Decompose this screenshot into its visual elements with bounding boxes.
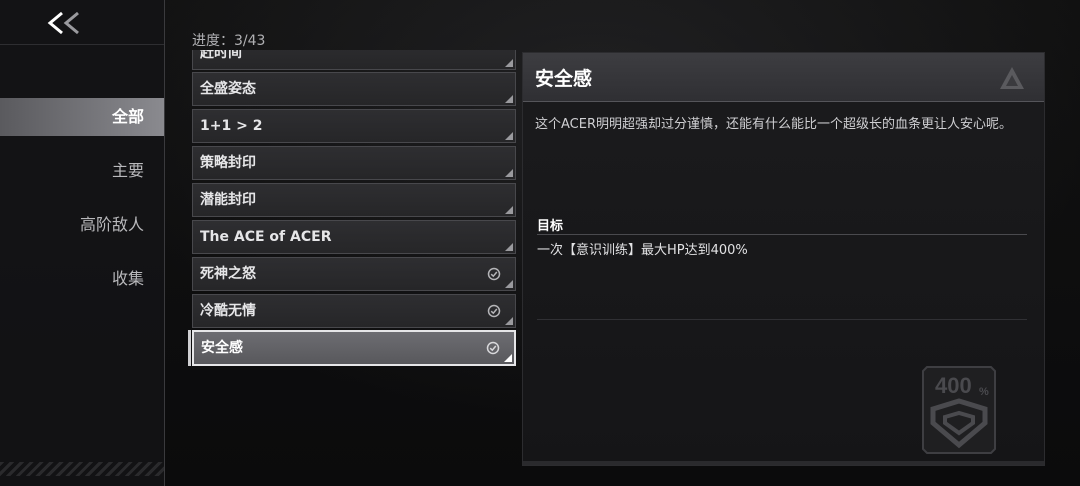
achievement-title: 冷酷无情	[200, 303, 256, 319]
badge-value: 400	[935, 373, 972, 398]
achievement-item-synergy[interactable]: 1+1 > 2	[192, 109, 516, 143]
double-chevron-left-icon	[47, 11, 79, 35]
achievement-title: 潜能封印	[200, 192, 256, 208]
category-sidebar: 全部 主要 高阶敌人 收集	[0, 0, 165, 486]
progress-label: 进度：3/43	[192, 33, 266, 49]
back-button[interactable]	[44, 8, 94, 38]
corner-mark-icon	[505, 317, 513, 325]
achievement-item-ace-of-acer[interactable]: The ACE of ACER	[192, 220, 516, 254]
selection-indicator	[188, 330, 191, 366]
achievement-title: 全盛姿态	[200, 81, 256, 97]
check-circle-icon	[486, 341, 500, 355]
corner-mark-icon	[505, 169, 513, 177]
achievement-item-potential-seal[interactable]: 潜能封印	[192, 183, 516, 217]
sidebar-item-main[interactable]: 主要	[0, 152, 164, 190]
achievement-description: 这个ACER明明超强却过分谨慎，还能有什么能比一个超级长的血条更让人安心呢。	[535, 117, 1012, 132]
detail-title: 安全感	[535, 68, 593, 90]
sidebar-decoration	[0, 462, 164, 476]
achievement-item-ruthless[interactable]: 冷酷无情	[192, 294, 516, 328]
achievement-list[interactable]: 赶时间 全盛姿态 1+1 > 2 策略封印 潜能封印 The ACE of AC…	[192, 50, 518, 370]
corner-mark-icon	[505, 132, 513, 140]
sidebar-item-elite-enemies[interactable]: 高阶敌人	[0, 206, 164, 244]
sidebar-top-bar	[0, 0, 164, 45]
corner-mark-icon	[505, 206, 513, 214]
corner-mark-icon	[504, 354, 512, 362]
corner-mark-icon	[505, 280, 513, 288]
achievement-item-sense-of-security[interactable]: 安全感	[192, 330, 516, 366]
corner-mark-icon	[505, 59, 513, 67]
achievement-title: 策略封印	[200, 155, 256, 171]
achievement-badge-icon: 400 %	[922, 366, 996, 454]
goal-divider	[537, 234, 1027, 235]
detail-header: 安全感	[523, 53, 1044, 102]
corner-mark-icon	[505, 95, 513, 103]
goal-text: 一次【意识训练】最大HP达到400%	[537, 243, 748, 258]
achievement-title: The ACE of ACER	[200, 229, 332, 245]
check-circle-icon	[487, 304, 501, 318]
corner-mark-icon	[505, 243, 513, 251]
achievement-item-peak-form[interactable]: 全盛姿态	[192, 72, 516, 106]
game-logo-icon	[1000, 67, 1024, 89]
sidebar-item-collection[interactable]: 收集	[0, 260, 164, 298]
sidebar-item-all[interactable]: 全部	[0, 98, 164, 136]
achievement-item-strategy-seal[interactable]: 策略封印	[192, 146, 516, 180]
achievement-title: 死神之怒	[200, 266, 256, 282]
achievement-title: 安全感	[201, 340, 243, 356]
goal-label: 目标	[537, 219, 564, 234]
achievement-detail-panel: 安全感 这个ACER明明超强却过分谨慎，还能有什么能比一个超级长的血条更让人安心…	[522, 52, 1045, 466]
achievement-item-reapers-wrath[interactable]: 死神之怒	[192, 257, 516, 291]
check-circle-icon	[487, 267, 501, 281]
detail-bottom-edge	[523, 461, 1044, 465]
achievement-item-rush[interactable]: 赶时间	[192, 50, 516, 70]
badge-unit: %	[979, 386, 989, 398]
achievement-title: 1+1 > 2	[200, 118, 263, 134]
achievement-title: 赶时间	[200, 50, 242, 61]
section-divider	[537, 319, 1027, 320]
